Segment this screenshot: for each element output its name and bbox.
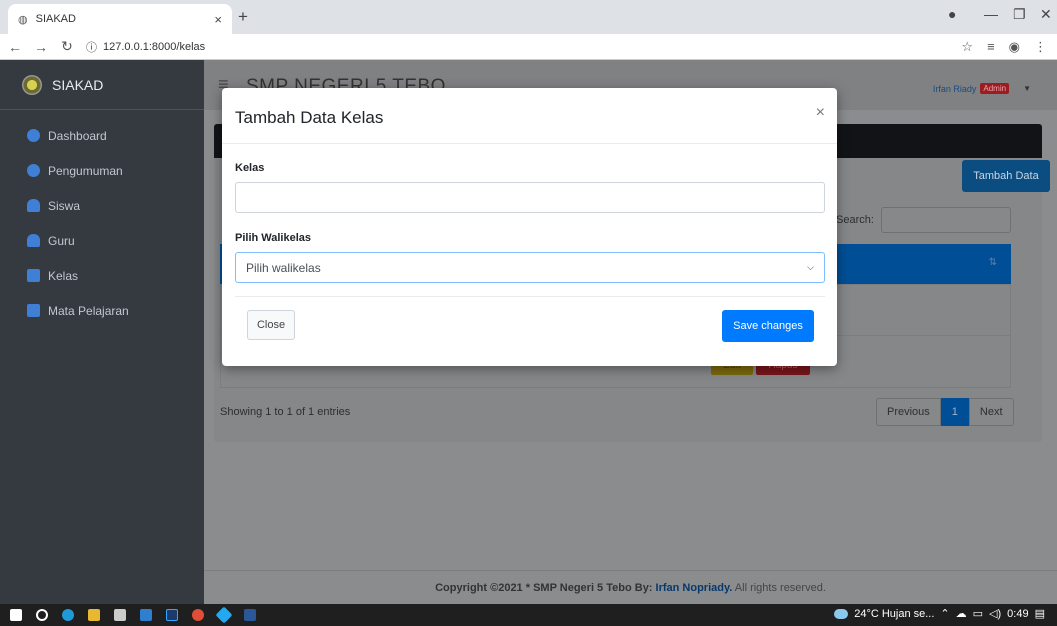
browser-tab[interactable]: ◍ SIAKAD × [8, 4, 232, 34]
user-icon [27, 199, 40, 212]
entries-info: Showing 1 to 1 of 1 entries [220, 406, 351, 418]
chrome-icon[interactable] [192, 609, 204, 621]
sort-icon[interactable]: ⇅ [989, 257, 997, 268]
browser-tab-bar: ◍ SIAKAD × + ● — ❐ ✕ [0, 0, 1057, 34]
sidebar-item-pengumuman[interactable]: Pengumuman [0, 153, 204, 188]
gear-icon [27, 164, 40, 177]
role-badge: Admin [980, 83, 1010, 94]
back-icon[interactable]: ← [8, 39, 22, 55]
windows-taskbar: 24°C Hujan se... ⌃ ☁ ▭ ◁) 0:49 ▤ [0, 604, 1057, 626]
dashboard-icon [27, 129, 40, 142]
modal-header: Tambah Data Kelas × [222, 88, 837, 144]
weather-text[interactable]: 24°C Hujan se... [854, 608, 934, 620]
menu-icon[interactable]: ⋮ [1034, 39, 1047, 55]
restore-icon[interactable]: ❐ [1013, 6, 1026, 23]
pagination: Previous 1 Next [876, 398, 1014, 426]
forward-icon[interactable]: → [34, 39, 48, 55]
sidebar-item-label: Siswa [48, 198, 81, 213]
mail-icon[interactable] [140, 609, 152, 621]
school-logo-icon [22, 74, 42, 95]
search-input[interactable] [881, 207, 1011, 233]
sidebar-item-guru[interactable]: Guru [0, 223, 204, 258]
window-close-icon[interactable]: ✕ [1040, 6, 1052, 23]
store-icon[interactable] [114, 609, 126, 621]
cloud-icon: ☁ [955, 608, 967, 620]
tab-close-icon[interactable]: × [214, 12, 222, 27]
close-button[interactable]: Close [247, 310, 295, 340]
kelas-label: Kelas [235, 162, 265, 174]
search-label: Search: [836, 214, 874, 226]
address-bar: ← → ↻ ⓘ 127.0.0.1:8000/kelas ☆ ≡ ◉ ⋮ [0, 34, 1057, 60]
author-link[interactable]: Irfan Nopriady. [656, 582, 733, 594]
search-icon[interactable] [36, 609, 48, 621]
copyright-text: Copyright ©2021 * SMP Negeri 5 Tebo By: [435, 582, 656, 594]
tab-title: SIAKAD [35, 13, 76, 25]
vscode-icon[interactable] [215, 606, 233, 624]
star-icon[interactable]: ☆ [961, 39, 973, 55]
volume-icon[interactable]: ◁) [989, 607, 1001, 620]
brand-text: SIAKAD [52, 76, 104, 93]
modal-title: Tambah Data Kelas [235, 108, 384, 127]
info-icon: ⓘ [86, 41, 97, 54]
tambah-kelas-modal: Tambah Data Kelas × Kelas Pilih Walikela… [222, 88, 837, 366]
walikelas-selected: Pilih walikelas [246, 260, 321, 275]
notification-icon[interactable]: ▤ [1035, 607, 1045, 620]
file-explorer-icon[interactable] [88, 609, 100, 621]
windows-start-icon[interactable] [10, 609, 22, 621]
rights-text: All rights reserved. [732, 582, 826, 594]
account-icon[interactable]: ◉ [1009, 39, 1020, 55]
walikelas-select[interactable]: Pilih walikelas ⌵ [235, 252, 825, 283]
sidebar-item-dashboard[interactable]: Dashboard [0, 118, 204, 153]
tambah-data-button[interactable]: Tambah Data [962, 160, 1050, 192]
user-menu[interactable]: Irfan Riady Admin ▼ [933, 83, 1031, 94]
edge-icon[interactable] [62, 609, 74, 621]
kelas-input[interactable] [235, 182, 825, 213]
network-icon[interactable]: ▭ [973, 607, 983, 620]
photoshop-icon[interactable] [166, 609, 178, 621]
minimize-icon[interactable]: — [984, 6, 998, 22]
users-icon [27, 234, 40, 247]
chevron-up-icon[interactable]: ⌃ [940, 607, 949, 620]
sidebar-item-label: Guru [48, 233, 75, 248]
brand-link[interactable]: SIAKAD [0, 60, 204, 110]
weather-icon [834, 608, 849, 619]
sidebar-item-siswa[interactable]: Siswa [0, 188, 204, 223]
url-field[interactable]: ⓘ 127.0.0.1:8000/kelas [86, 39, 946, 55]
sidebar: SIAKAD Dashboard Pengumuman Siswa Guru K… [0, 60, 204, 604]
home-icon [27, 269, 40, 282]
previous-page-button[interactable]: Previous [876, 398, 941, 426]
sidebar-item-label: Mata Pelajaran [48, 303, 129, 318]
sidebar-item-mata-pelajaran[interactable]: Mata Pelajaran [0, 293, 204, 328]
modal-close-icon[interactable]: × [816, 104, 825, 122]
sidebar-item-label: Kelas [48, 268, 79, 283]
word-icon[interactable] [244, 609, 256, 621]
save-changes-button[interactable]: Save changes [722, 310, 814, 342]
sidebar-item-label: Dashboard [48, 128, 107, 143]
new-tab-button[interactable]: + [238, 7, 248, 27]
next-page-button[interactable]: Next [968, 398, 1014, 426]
reload-icon[interactable]: ↻ [60, 38, 74, 55]
profile-icon[interactable]: ● [948, 6, 956, 22]
url-text: 127.0.0.1:8000/kelas [103, 40, 206, 53]
reading-list-icon[interactable]: ≡ [987, 39, 995, 55]
sidebar-item-label: Pengumuman [48, 163, 123, 178]
table-icon [27, 304, 40, 317]
user-name: Irfan Riady [932, 83, 977, 94]
walikelas-label: Pilih Walikelas [235, 232, 312, 244]
sidebar-item-kelas[interactable]: Kelas [0, 258, 204, 293]
globe-icon: ◍ [18, 13, 28, 26]
chevron-down-icon: ⌵ [807, 262, 814, 272]
clock-text[interactable]: 0:49 [1007, 608, 1028, 620]
page-1-button[interactable]: 1 [940, 398, 969, 426]
caret-down-icon: ▼ [1023, 84, 1031, 93]
footer: Copyright ©2021 * SMP Negeri 5 Tebo By: … [204, 570, 1057, 604]
